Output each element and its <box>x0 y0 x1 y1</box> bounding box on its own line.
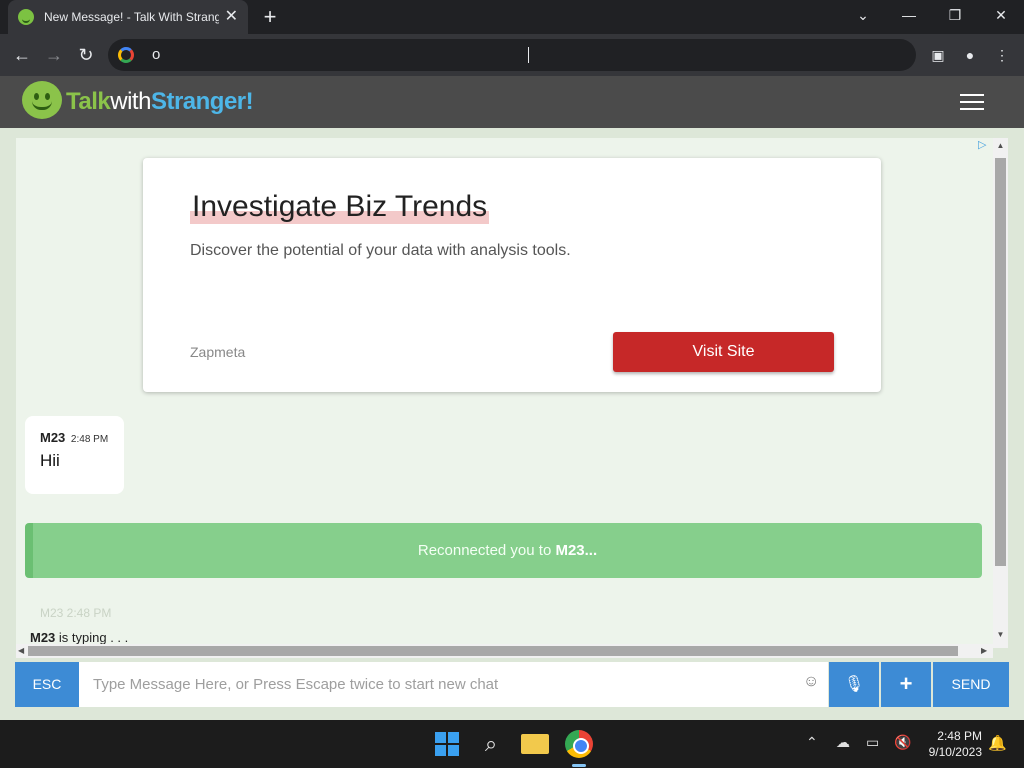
typing-name: M23 <box>30 630 56 645</box>
file-explorer-icon[interactable] <box>521 734 549 754</box>
notification-bell-icon[interactable]: 🔔 <box>988 734 1007 752</box>
logo-word-stranger: Stranger! <box>150 88 254 115</box>
volume-muted-icon[interactable]: 🔇 <box>894 734 911 751</box>
new-tab-button[interactable]: + <box>258 3 282 31</box>
restore-button[interactable]: ❐ <box>932 0 978 30</box>
scroll-left-icon[interactable]: ◀ <box>18 644 24 658</box>
esc-button[interactable]: ESC <box>15 662 79 707</box>
hamburger-menu-icon[interactable] <box>960 94 984 110</box>
back-arrow-icon[interactable]: ← <box>8 41 36 69</box>
windows-taskbar: ⌕ ⌃ ☁ ▭ 🔇 2:48 PM 9/10/2023 🔔 <box>0 720 1024 768</box>
faded-message: M23 2:48 PM <box>40 606 112 620</box>
more-menu-icon[interactable]: ⋮ <box>988 41 1016 69</box>
chrome-icon[interactable] <box>565 730 593 758</box>
chat-horizontal-scrollbar[interactable]: ◀ ▶ <box>16 644 993 658</box>
google-icon <box>118 47 134 63</box>
logo-word-talk: Talk <box>66 88 111 115</box>
message-time: 2:48 PM <box>70 434 109 445</box>
scroll-down-icon[interactable]: ▼ <box>993 630 1008 639</box>
typing-indicator: M23 is typing . . . <box>30 630 128 645</box>
page: TalkwithStranger! ▷ Investigate Biz Tren… <box>0 76 1024 720</box>
send-button[interactable]: SEND <box>933 662 1009 707</box>
browser-tabstrip: New Message! - Talk With Strang ✕ + ⌄ — … <box>0 0 1024 34</box>
onedrive-cloud-icon[interactable]: ☁ <box>836 734 850 751</box>
smiley-logo-icon[interactable] <box>22 81 62 119</box>
reload-icon[interactable]: ↻ <box>72 41 100 69</box>
tab-title: New Message! - Talk With Strang <box>44 10 219 24</box>
logo-eye-left <box>34 93 39 100</box>
message-sender-name: M23 <box>40 430 66 445</box>
horizontal-scroll-thumb[interactable] <box>28 646 958 656</box>
text-cursor <box>528 47 529 63</box>
microphone-icon: 🎙 <box>843 676 865 693</box>
browser-tab[interactable]: New Message! - Talk With Strang ✕ <box>8 0 248 34</box>
browser-toolbar: ← → ↻ o ▣ ● ⋮ <box>0 34 1024 76</box>
system-clock[interactable]: 2:48 PM 9/10/2023 <box>922 728 982 760</box>
address-text: o <box>152 46 161 63</box>
ad-card[interactable]: Investigate Biz Trends Discover the pote… <box>143 158 881 392</box>
microphone-button[interactable]: 🎙 <box>829 662 879 707</box>
reconnect-notice: Reconnected you to M23... <box>25 523 982 578</box>
ad-description: Discover the potential of your data with… <box>190 242 571 259</box>
tab-close-icon[interactable]: ✕ <box>225 9 238 25</box>
visit-site-button[interactable]: Visit Site <box>613 332 834 372</box>
attach-plus-button[interactable]: + <box>881 662 931 707</box>
logo-eye-right <box>45 93 50 100</box>
chat-message: M23 2:48 PM Hii <box>25 416 124 494</box>
minimize-button[interactable]: — <box>886 0 932 30</box>
message-composer: ESC ☺ 🎙 + SEND <box>15 662 1009 707</box>
message-text: Hii <box>40 451 60 470</box>
chat-vertical-scrollbar[interactable]: ▲ ▼ <box>993 138 1008 648</box>
windows-start-icon[interactable] <box>433 730 461 758</box>
emoji-icon[interactable]: ☺ <box>803 673 819 691</box>
tab-search-chevron-icon[interactable]: ⌄ <box>840 0 886 30</box>
active-app-indicator <box>572 764 586 767</box>
profile-icon[interactable]: ● <box>956 41 984 69</box>
typing-text: is typing . . . <box>55 630 129 645</box>
site-logo[interactable]: TalkwithStranger! <box>66 88 254 116</box>
message-sender: M23 2:48 PM <box>40 430 109 445</box>
network-icon[interactable]: ▭ <box>866 734 879 751</box>
site-header: TalkwithStranger! <box>0 76 1024 128</box>
ad-brand: Zapmeta <box>190 344 246 360</box>
logo-word-with: with <box>110 88 151 115</box>
message-input[interactable] <box>79 662 828 707</box>
logo-mouth <box>32 101 52 110</box>
tray-chevron-icon[interactable]: ⌃ <box>806 734 818 751</box>
reconnect-name: M23... <box>555 542 598 559</box>
ad-headline[interactable]: Investigate Biz Trends <box>190 190 490 224</box>
close-window-button[interactable]: ✕ <box>978 0 1024 30</box>
address-bar[interactable]: o <box>108 39 916 71</box>
search-icon[interactable]: ⌕ <box>477 730 505 758</box>
scroll-up-icon[interactable]: ▲ <box>993 141 1008 150</box>
clock-time: 2:48 PM <box>937 729 982 743</box>
scroll-right-icon[interactable]: ▶ <box>981 644 987 658</box>
forward-arrow-icon[interactable]: → <box>40 41 68 69</box>
vertical-scroll-thumb[interactable] <box>995 158 1006 566</box>
ad-choices-icon[interactable]: ▷ <box>978 138 986 151</box>
side-panel-icon[interactable]: ▣ <box>924 41 952 69</box>
clock-date: 9/10/2023 <box>928 745 982 759</box>
smiley-favicon-icon <box>18 9 34 25</box>
reconnect-text: Reconnected you to <box>417 542 556 559</box>
chat-area[interactable]: ▷ Investigate Biz Trends Discover the po… <box>16 138 993 648</box>
